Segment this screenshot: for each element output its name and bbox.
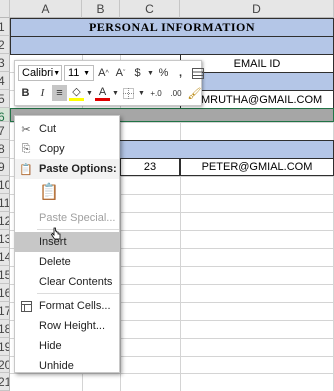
format-table-icon[interactable] [190, 65, 205, 81]
menu-item-delete[interactable]: Delete [15, 252, 119, 272]
row7-cell[interactable] [118, 140, 334, 159]
font-name-box[interactable]: Calibri ▼ [18, 65, 62, 81]
percent-icon[interactable]: % [156, 65, 171, 81]
menu-item-hide[interactable]: Hide [15, 336, 119, 356]
row-height-label: Row Height... [39, 320, 106, 332]
row-header-19[interactable]: 19 [0, 338, 10, 356]
row-header-5[interactable]: 5 [0, 90, 10, 108]
copy-label: Copy [39, 143, 65, 155]
row-header-3[interactable]: 3 [0, 54, 10, 72]
format-painter-icon[interactable]: 🖌 [187, 85, 202, 101]
row-header-13[interactable]: 13 [0, 230, 10, 248]
mini-format-toolbar: Calibri ▼ 11 ▼ A ^ Aˇ $ ▼ % , B I ≡ ◇ ▼ A… [14, 60, 205, 106]
row-header-8[interactable]: 8 [0, 140, 10, 158]
row-header-14[interactable]: 14 [0, 248, 10, 266]
row-header-6[interactable]: 6 [0, 108, 10, 122]
chevron-down-icon: ▼ [53, 69, 61, 77]
grow-font-icon[interactable]: A ^ [96, 65, 111, 81]
hide-label: Hide [39, 340, 62, 352]
font-size-box[interactable]: 11 ▼ [64, 65, 94, 81]
format-cells-label: Format Cells... [39, 300, 111, 312]
chevron-down-icon: ▼ [83, 69, 90, 77]
menu-item-clear-contents[interactable]: Clear Contents [15, 272, 119, 292]
increase-decimal-icon[interactable]: +.0 [147, 85, 165, 101]
menu-item-paste-special[interactable]: Paste Special... [15, 208, 119, 228]
row-header-20[interactable]: 20 [0, 356, 10, 373]
row-header-17[interactable]: 17 [0, 302, 10, 320]
row-header-7[interactable]: 7 [0, 122, 10, 140]
paste-options-label: Paste Options: [39, 163, 117, 175]
align-center-icon[interactable]: ≡ [52, 85, 67, 101]
cut-label: Cut [39, 123, 57, 135]
row-header-15[interactable]: 15 [0, 266, 10, 284]
bold-icon[interactable]: B [18, 85, 33, 101]
row-header-16[interactable]: 16 [0, 284, 10, 302]
paste-icon: 📋 [39, 184, 59, 201]
fill-color-icon[interactable]: ◇ [69, 86, 84, 101]
delete-label: Delete [39, 256, 71, 268]
menu-item-insert[interactable]: Insert [15, 232, 119, 252]
paste-options-header: 📋 Paste Options: [15, 159, 119, 179]
value-cell-row8[interactable]: 23 [120, 158, 180, 176]
paste-special-label: Paste Special... [39, 212, 116, 224]
italic-icon[interactable]: I [35, 85, 50, 101]
column-header-a[interactable]: A [10, 0, 82, 18]
currency-icon[interactable]: $ [130, 65, 145, 81]
row-header-18[interactable]: 18 [0, 320, 10, 338]
row-header-10[interactable]: 10 [0, 176, 10, 194]
copy-icon: ⎘ [21, 142, 31, 155]
email-cell-row8[interactable]: PETER@GMIAL.COM [180, 158, 334, 176]
title-cell[interactable]: PERSONAL INFORMATION [10, 18, 334, 37]
row-header-9[interactable]: 9 [0, 158, 10, 176]
column-header-c[interactable]: C [120, 0, 180, 18]
row-header-11[interactable]: 11 [0, 194, 10, 212]
row-header-12[interactable]: 12 [0, 212, 10, 230]
select-all-corner[interactable] [0, 0, 10, 18]
chevron-down-icon[interactable]: ▼ [112, 85, 119, 101]
shrink-font-icon[interactable]: Aˇ [113, 65, 128, 81]
menu-item-format-cells[interactable]: Format Cells... [15, 296, 119, 316]
borders-icon[interactable] [121, 85, 136, 101]
font-size-value: 11 [68, 67, 80, 79]
context-menu: ✂ Cut ⎘ Copy 📋 Paste Options: 📋 Paste Sp… [14, 115, 120, 373]
scissors-icon: ✂ [21, 123, 31, 136]
row-header-2[interactable]: 2 [0, 36, 10, 54]
chevron-down-icon[interactable]: ▼ [147, 65, 154, 81]
chevron-down-icon[interactable]: ▼ [138, 85, 145, 101]
clear-contents-label: Clear Contents [39, 276, 113, 288]
column-header-b[interactable]: B [82, 0, 120, 18]
mouse-cursor-icon [50, 227, 62, 241]
column-header-d[interactable]: D [180, 0, 334, 18]
comma-style-icon[interactable]: , [173, 65, 188, 81]
font-name-value: Calibri [22, 67, 54, 79]
row-header-21[interactable]: 21 [0, 373, 10, 391]
row2-cell[interactable] [10, 36, 334, 55]
chevron-down-icon[interactable]: ▼ [86, 85, 93, 101]
row-header-1[interactable]: 1 [0, 18, 10, 36]
clipboard-icon: 📋 [19, 163, 33, 176]
font-color-icon[interactable]: A [95, 86, 110, 101]
menu-item-row-height[interactable]: Row Height... [15, 316, 119, 336]
decrease-decimal-icon[interactable]: .00 [167, 85, 185, 101]
row-header-4[interactable]: 4 [0, 72, 10, 90]
unhide-label: Unhide [39, 360, 74, 372]
format-cells-icon [15, 300, 37, 312]
menu-item-unhide[interactable]: Unhide [15, 356, 119, 376]
menu-item-cut[interactable]: ✂ Cut [15, 119, 119, 139]
menu-item-copy[interactable]: ⎘ Copy [15, 139, 119, 159]
paste-option-button[interactable]: 📋 [15, 179, 119, 205]
